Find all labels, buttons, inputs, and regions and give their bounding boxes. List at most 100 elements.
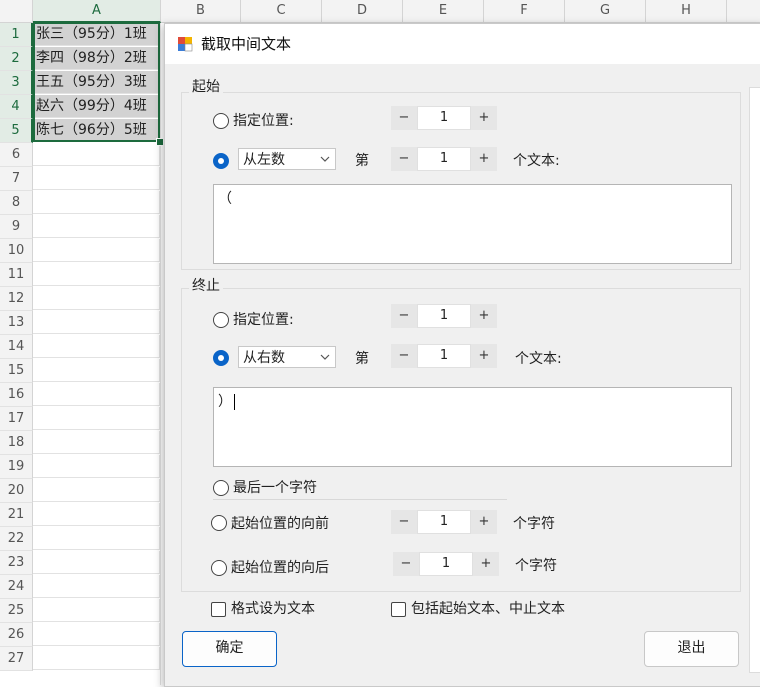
cell-a[interactable]	[33, 575, 160, 598]
cell-a[interactable]	[33, 455, 160, 478]
row-header[interactable]: 24	[0, 575, 33, 599]
column-header-c[interactable]: C	[241, 0, 322, 23]
start-mode-select[interactable]: 从左数	[238, 148, 336, 170]
cell-a[interactable]	[33, 479, 160, 502]
row-header[interactable]: 25	[0, 599, 33, 623]
row-header[interactable]: 17	[0, 407, 33, 431]
cell-a[interactable]	[33, 143, 160, 166]
dialog-titlebar[interactable]: 截取中间文本	[165, 24, 760, 64]
cell-a[interactable]	[33, 431, 160, 454]
include-text-label: 包括起始文本、中止文本	[411, 601, 565, 617]
exit-button[interactable]: 退出	[644, 631, 739, 667]
end-position-label: 指定位置:	[233, 312, 294, 328]
row-header[interactable]: 12	[0, 287, 33, 311]
before-start-value[interactable]: 1	[417, 510, 471, 534]
chevron-down-icon	[320, 156, 330, 162]
minus-icon[interactable]: −	[391, 344, 417, 368]
start-position-radio[interactable]	[213, 113, 229, 129]
plus-icon[interactable]: +	[471, 510, 497, 534]
minus-icon[interactable]: −	[393, 552, 419, 576]
column-header-i[interactable]	[727, 0, 760, 23]
plus-icon[interactable]: +	[473, 552, 499, 576]
end-mode-radio[interactable]	[213, 350, 229, 366]
after-start-radio[interactable]	[211, 560, 227, 576]
row-header[interactable]: 6	[0, 143, 33, 167]
row-header[interactable]: 14	[0, 335, 33, 359]
minus-icon[interactable]: −	[391, 304, 417, 328]
cell-a[interactable]	[33, 599, 160, 622]
row-header[interactable]: 3	[0, 71, 33, 95]
row-header[interactable]: 1	[0, 23, 33, 47]
last-char-radio[interactable]	[213, 480, 229, 496]
text-caret	[234, 394, 235, 410]
cell-a[interactable]	[33, 647, 160, 670]
plus-icon[interactable]: +	[471, 304, 497, 328]
column-header-e[interactable]: E	[403, 0, 484, 23]
row-header[interactable]: 19	[0, 455, 33, 479]
select-all-corner[interactable]	[0, 0, 33, 23]
end-nth-label: 第	[355, 351, 369, 367]
row-header[interactable]: 27	[0, 647, 33, 671]
end-mode-select[interactable]: 从右数	[238, 346, 336, 368]
cell-a[interactable]	[33, 215, 160, 238]
minus-icon[interactable]: −	[391, 106, 417, 130]
column-header-a[interactable]: A	[33, 0, 161, 23]
row-header[interactable]: 7	[0, 167, 33, 191]
cell-a[interactable]	[33, 503, 160, 526]
cell-a[interactable]	[33, 239, 160, 262]
column-header-d[interactable]: D	[322, 0, 403, 23]
row-header[interactable]: 8	[0, 191, 33, 215]
plus-icon[interactable]: +	[471, 106, 497, 130]
before-start-radio[interactable]	[211, 515, 227, 531]
row-header[interactable]: 11	[0, 263, 33, 287]
plus-icon[interactable]: +	[471, 344, 497, 368]
start-group-label: 起始	[189, 76, 223, 96]
ok-button[interactable]: 确定	[182, 631, 277, 667]
start-position-value[interactable]: 1	[417, 106, 471, 130]
cell-a[interactable]	[33, 383, 160, 406]
cell-a[interactable]	[33, 551, 160, 574]
row-header[interactable]: 13	[0, 311, 33, 335]
minus-icon[interactable]: −	[391, 510, 417, 534]
start-text-field[interactable]: （	[213, 184, 732, 264]
column-header-h[interactable]: H	[646, 0, 727, 23]
row-header[interactable]: 21	[0, 503, 33, 527]
cell-a[interactable]	[33, 527, 160, 550]
plus-icon[interactable]: +	[471, 147, 497, 171]
column-header-g[interactable]: G	[565, 0, 646, 23]
row-header[interactable]: 20	[0, 479, 33, 503]
row-header[interactable]: 23	[0, 551, 33, 575]
end-position-value[interactable]: 1	[417, 304, 471, 328]
end-nth-value[interactable]: 1	[417, 344, 471, 368]
row-header[interactable]: 9	[0, 215, 33, 239]
cell-a[interactable]	[33, 335, 160, 358]
row-header[interactable]: 2	[0, 47, 33, 71]
cell-a[interactable]	[33, 311, 160, 334]
row-header[interactable]: 5	[0, 119, 33, 143]
cell-a[interactable]	[33, 167, 160, 190]
cell-a[interactable]	[33, 263, 160, 286]
row-header[interactable]: 4	[0, 95, 33, 119]
column-header-f[interactable]: F	[484, 0, 565, 23]
include-text-checkbox[interactable]	[391, 602, 406, 617]
row-header[interactable]: 15	[0, 359, 33, 383]
row-header[interactable]: 10	[0, 239, 33, 263]
cell-a[interactable]	[33, 359, 160, 382]
column-header-b[interactable]: B	[161, 0, 241, 23]
fill-handle[interactable]	[156, 138, 164, 146]
row-header[interactable]: 22	[0, 527, 33, 551]
row-header[interactable]: 26	[0, 623, 33, 647]
end-position-radio[interactable]	[213, 312, 229, 328]
end-text-field[interactable]: ）	[213, 387, 732, 467]
cell-a[interactable]	[33, 287, 160, 310]
row-header[interactable]: 18	[0, 431, 33, 455]
cell-a[interactable]	[33, 407, 160, 430]
minus-icon[interactable]: −	[391, 147, 417, 171]
format-as-text-checkbox[interactable]	[211, 602, 226, 617]
row-header[interactable]: 16	[0, 383, 33, 407]
start-mode-radio[interactable]	[213, 153, 229, 169]
cell-a[interactable]	[33, 623, 160, 646]
after-start-value[interactable]: 1	[419, 552, 473, 576]
start-nth-value[interactable]: 1	[417, 147, 471, 171]
cell-a[interactable]	[33, 191, 160, 214]
